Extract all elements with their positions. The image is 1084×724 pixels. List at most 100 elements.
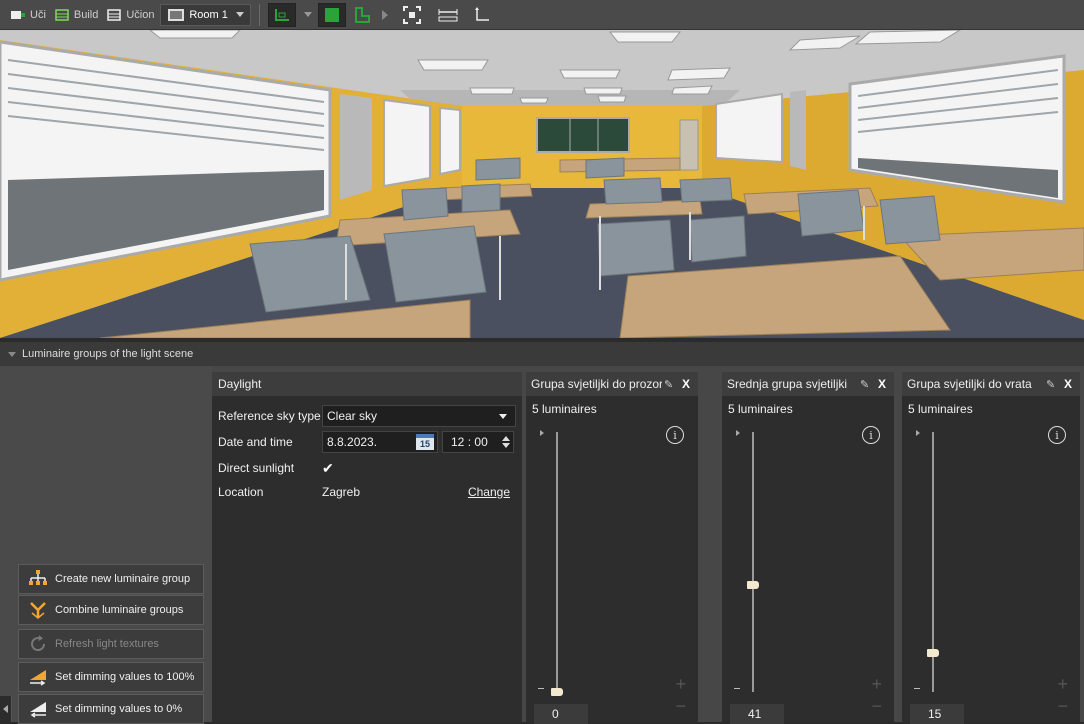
luminaire-group-panel: Srednja grupa svjetiljki ✎ X 5 luminaires …: [722, 372, 894, 724]
time-stepper[interactable]: [501, 436, 511, 448]
decrease-button[interactable]: −: [675, 696, 686, 717]
3d-viewport[interactable]: [0, 30, 1084, 338]
breadcrumb-building[interactable]: Build: [50, 3, 102, 27]
date-value: 8.8.2023.: [327, 435, 378, 449]
expand-icon[interactable]: [381, 9, 388, 20]
room-icon: [168, 8, 185, 21]
refresh-textures-button[interactable]: Refresh light textures: [18, 629, 204, 659]
time-minute[interactable]: 00: [474, 435, 487, 449]
close-group-button[interactable]: X: [874, 377, 890, 391]
project-icon: [11, 10, 25, 19]
view-mode-dropdown-icon[interactable]: [303, 12, 312, 17]
luminaire-group-panel: Grupa svjetiljki do prozora ✎ X 5 luminair…: [526, 372, 698, 724]
room-selector-label: Room 1: [189, 8, 228, 21]
calendar-icon[interactable]: 15: [416, 434, 434, 450]
dimming-slider-thumb[interactable]: [551, 688, 563, 696]
dimming-slider-thumb[interactable]: [747, 581, 759, 590]
luminaire-groups-header[interactable]: Luminaire groups of the light scene: [0, 342, 1084, 366]
decrease-button[interactable]: −: [1057, 696, 1068, 717]
toolbar-separator: [258, 3, 260, 26]
luminaire-count: 5 luminaires: [728, 402, 793, 416]
sky-type-select[interactable]: Clear sky: [322, 405, 516, 427]
create-group-button[interactable]: Create new luminaire group: [18, 564, 204, 594]
decrease-button[interactable]: −: [871, 696, 882, 717]
location-value: Zagreb: [322, 485, 361, 499]
close-group-button[interactable]: X: [1060, 377, 1076, 391]
luminaire-count: 5 luminaires: [908, 402, 973, 416]
combine-groups-label: Combine luminaire groups: [55, 604, 184, 616]
luminaire-group-panel: Grupa svjetiljki do vrata ✎ X 5 luminaires…: [902, 372, 1080, 724]
group-title: Grupa svjetiljki do prozora: [531, 377, 662, 391]
dimming-slider-track[interactable]: [556, 432, 558, 692]
refresh-icon: [27, 634, 49, 654]
slider-max-marker: [540, 430, 544, 436]
measure-button[interactable]: [434, 3, 462, 27]
create-group-label: Create new luminaire group: [55, 573, 191, 585]
dimming-slider-track[interactable]: [752, 432, 754, 692]
floor-plan-button[interactable]: [348, 3, 376, 27]
dim-0-button[interactable]: Set dimming values to 0%: [18, 694, 204, 724]
date-field[interactable]: 8.8.2023. 15: [322, 431, 438, 453]
fit-view-icon: [402, 5, 421, 24]
slider-min-marker: [914, 688, 920, 689]
info-icon[interactable]: i: [1048, 426, 1066, 444]
pencil-icon[interactable]: ✎: [1046, 378, 1060, 391]
solid-view-button[interactable]: [317, 2, 346, 27]
dimming-value-field[interactable]: 15: [910, 704, 964, 724]
collapse-sidebar-tab[interactable]: [0, 696, 12, 722]
view-mode-button[interactable]: [267, 2, 296, 27]
direct-sunlight-checkbox[interactable]: ✔: [322, 461, 336, 475]
chevron-down-icon: [235, 12, 244, 17]
room-selector[interactable]: Room 1: [160, 3, 251, 26]
fit-view-button[interactable]: [398, 3, 426, 27]
dimming-value-field[interactable]: 41: [730, 704, 784, 724]
classroom-render: [0, 30, 1084, 338]
info-icon[interactable]: i: [862, 426, 880, 444]
dim-down-icon: [27, 699, 49, 719]
chevron-up-icon[interactable]: [502, 436, 510, 441]
dim-100-button[interactable]: Set dimming values to 100%: [18, 662, 204, 692]
dimming-value-field[interactable]: 0: [534, 704, 588, 724]
pencil-icon[interactable]: ✎: [664, 378, 678, 391]
pencil-icon[interactable]: ✎: [860, 378, 874, 391]
group-title: Srednja grupa svjetiljki: [727, 377, 848, 391]
combine-groups-button[interactable]: Combine luminaire groups: [18, 595, 204, 625]
increase-button[interactable]: +: [1057, 674, 1068, 695]
refresh-textures-label: Refresh light textures: [55, 638, 159, 650]
combine-icon: [27, 600, 49, 620]
time-field[interactable]: 12 : 00: [442, 431, 514, 453]
direct-sunlight-label: Direct sunlight: [218, 461, 295, 475]
dim-up-icon: [27, 667, 49, 687]
time-hour[interactable]: 12: [451, 435, 464, 449]
panel-title: Luminaire groups of the light scene: [22, 348, 194, 360]
chevron-left-icon: [3, 705, 8, 713]
dim-100-label: Set dimming values to 100%: [55, 671, 195, 683]
axis-button[interactable]: [468, 3, 496, 27]
solid-view-icon: [324, 7, 339, 22]
hierarchy-icon: [27, 569, 49, 589]
view-mode-icon: [274, 8, 289, 21]
breadcrumb-floor[interactable]: Učion: [102, 3, 158, 27]
slider-max-marker: [916, 430, 920, 436]
action-sidebar: Create new luminaire group Combine lumin…: [0, 366, 212, 724]
breadcrumb-project[interactable]: Uči: [6, 3, 50, 27]
daylight-panel: Daylight Reference sky type Clear sky Da…: [212, 372, 522, 722]
close-group-button[interactable]: X: [678, 377, 694, 391]
building-icon: [55, 8, 69, 21]
luminaire-groups-panel: Create new luminaire group Combine lumin…: [0, 366, 1084, 724]
floor-plan-icon: [354, 6, 370, 23]
increase-button[interactable]: +: [871, 674, 882, 695]
change-location-link[interactable]: Change: [468, 485, 510, 499]
collapse-icon: [8, 351, 16, 357]
slider-max-marker: [736, 430, 740, 436]
dimming-slider-thumb[interactable]: [927, 649, 939, 657]
location-label: Location: [218, 485, 264, 499]
increase-button[interactable]: +: [675, 674, 686, 695]
measure-icon: [438, 8, 458, 21]
group-title: Grupa svjetiljki do vrata: [907, 377, 1032, 391]
axis-icon: [474, 6, 489, 21]
date-time-label: Date and time: [218, 435, 293, 449]
floor-icon: [107, 8, 122, 21]
info-icon[interactable]: i: [666, 426, 684, 444]
chevron-down-icon[interactable]: [502, 443, 510, 448]
